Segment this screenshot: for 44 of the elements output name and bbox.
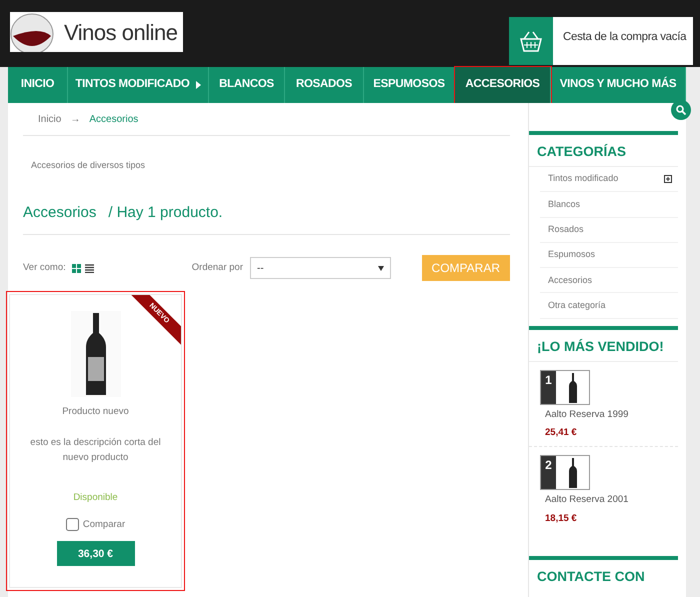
search-button[interactable]	[671, 100, 691, 120]
search-icon	[676, 105, 686, 115]
category-item[interactable]: Tintos modificado	[540, 167, 678, 192]
category-item[interactable]: Rosados	[540, 218, 678, 243]
view-label: Ver como:	[23, 260, 66, 275]
wine-bottle-icon	[568, 458, 576, 488]
compare-checkbox[interactable]	[66, 518, 79, 532]
caret-icon	[378, 266, 384, 270]
bestseller-name[interactable]: Aalto Reserva 2001	[540, 493, 678, 508]
rank-number: 1	[541, 370, 556, 404]
breadcrumb-link[interactable]: Inicio	[38, 112, 62, 127]
category-item[interactable]: Accesorios	[540, 268, 678, 294]
category-description: Accesorios de diversos tipos	[30, 159, 146, 172]
sort-label: Ordenar por	[192, 260, 244, 275]
breadcrumb-current: Accesorios	[89, 113, 138, 127]
section-title: CONTACTE CON	[529, 556, 678, 591]
price-button[interactable]: 36,30 €	[56, 540, 134, 566]
breadcrumb-separator: →	[70, 113, 80, 127]
rank-number: 2	[541, 456, 556, 490]
sort-dropdown[interactable]: --	[250, 257, 392, 279]
caret-icon	[196, 81, 201, 89]
bestseller-name[interactable]: Aalto Reserva 1999	[540, 408, 678, 422]
grid-view-icon[interactable]	[72, 264, 81, 272]
category-item[interactable]: Otra categoría	[540, 293, 678, 319]
availability-status: Disponible	[72, 491, 119, 506]
section-title: ¡LO MÁS VENDIDO!	[529, 326, 678, 362]
product-count: / Hay 1 producto.	[108, 202, 223, 222]
product-description: esto es la descripción corta del nuevo producto	[29, 436, 162, 466]
product-name[interactable]: Producto nuevo	[10, 405, 181, 420]
list-view-icon[interactable]	[84, 264, 94, 272]
bestseller-price: 25,41 €	[544, 426, 578, 440]
cart-status: Cesta de la compra vacía	[562, 30, 686, 45]
category-item[interactable]: Blancos	[540, 192, 678, 218]
cart-panel[interactable]: Cesta de la compra vacía	[509, 17, 693, 65]
basket-icon	[519, 30, 543, 52]
logo-text: Vinos online	[64, 18, 178, 46]
compare-label: Comparar	[82, 518, 126, 532]
logo[interactable]: Vinos online	[10, 12, 183, 52]
section-title: CATEGORÍAS	[529, 131, 678, 167]
category-title: Accesorios	[23, 202, 96, 222]
wine-bottle-icon	[568, 372, 576, 403]
category-item[interactable]: Espumosos	[540, 242, 678, 268]
bestseller-price: 18,15 €	[544, 512, 578, 526]
nav-tab[interactable]: ACCESORIOS	[455, 67, 551, 103]
